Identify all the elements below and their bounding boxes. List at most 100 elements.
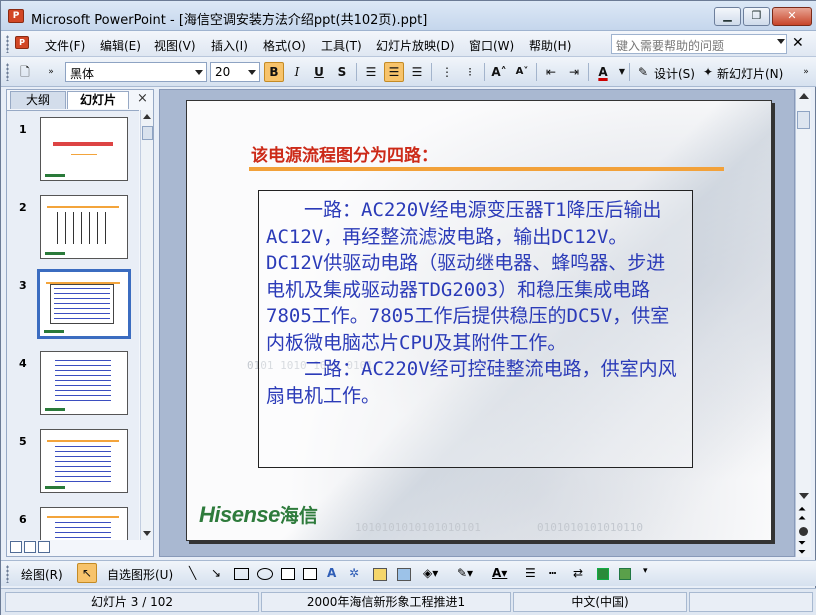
- slideshow-view-icon[interactable]: [38, 541, 50, 553]
- toolbar-options-chevron-icon[interactable]: »: [41, 62, 61, 82]
- 3d-style-icon[interactable]: [619, 568, 631, 580]
- new-slide-icon[interactable]: ✦: [698, 62, 718, 82]
- shadow-style-icon[interactable]: [597, 568, 609, 580]
- help-dropdown-arrow-icon[interactable]: [777, 39, 785, 44]
- menu-view[interactable]: 视图(V): [154, 37, 196, 54]
- scroll-up-arrow-icon[interactable]: [799, 93, 809, 99]
- document-icon[interactable]: P: [15, 36, 29, 49]
- draw-menu-button[interactable]: 绘图(R): [21, 566, 63, 583]
- rectangle-tool-icon[interactable]: [234, 568, 249, 580]
- logo-english-text: Hisense: [199, 502, 280, 527]
- title-bar[interactable]: P Microsoft PowerPoint - [海信空调安装方法介绍ppt(…: [1, 1, 816, 31]
- body-paragraph-1: 一路：AC220V经电源变压器T1降压后输出AC12V，再经整流滤波电路，输出D…: [266, 199, 670, 354]
- align-right-icon[interactable]: ☰: [407, 62, 427, 82]
- drawbar-options-chevron-icon[interactable]: ▾: [643, 566, 648, 576]
- wordart-tool-icon[interactable]: A: [327, 566, 336, 580]
- powerpoint-app-icon[interactable]: P: [8, 9, 24, 23]
- thumbnail-number: 3: [19, 279, 27, 292]
- thumbnail-logo-mark: [45, 486, 65, 489]
- menu-tools[interactable]: 工具(T): [321, 37, 362, 54]
- shadow-button[interactable]: S: [332, 62, 352, 82]
- slide-thumbnail-4[interactable]: [40, 351, 128, 415]
- slide-thumbnail-1[interactable]: [40, 117, 128, 181]
- thumbnail-scrollbar[interactable]: [140, 110, 153, 540]
- help-question-input[interactable]: 键入需要帮助的问题: [611, 34, 787, 54]
- font-name-select[interactable]: 黑体: [65, 62, 207, 82]
- slide-thumbnail-5[interactable]: [40, 429, 128, 493]
- textbox-tool-icon[interactable]: [281, 568, 295, 580]
- oval-tool-icon[interactable]: [257, 568, 273, 580]
- slide-thumbnail-2[interactable]: [40, 195, 128, 259]
- drawbar-grip-handle[interactable]: [6, 565, 9, 583]
- scrollbar-thumb[interactable]: [142, 126, 153, 140]
- align-left-icon[interactable]: ☰: [361, 62, 381, 82]
- select-objects-arrow-icon[interactable]: ↖: [77, 563, 97, 583]
- arrow-style-icon[interactable]: ⇄: [573, 566, 583, 580]
- current-slide[interactable]: 0101 1010 1010 0101 1010101010101010101 …: [186, 100, 772, 541]
- tab-slides[interactable]: 幻灯片: [67, 91, 129, 109]
- insert-picture-icon[interactable]: [397, 568, 411, 581]
- menu-window[interactable]: 窗口(W): [469, 37, 514, 54]
- body-text-box[interactable]: 一路：AC220V经电源变压器T1降压后输出AC12V，再经整流滤波电路，输出D…: [258, 190, 693, 468]
- minimize-button[interactable]: ▁: [714, 7, 741, 26]
- scroll-up-arrow-icon[interactable]: [143, 114, 151, 119]
- slide-thumbnail-6[interactable]: [40, 507, 128, 540]
- diagram-tool-icon[interactable]: ✲: [349, 566, 359, 580]
- bold-button[interactable]: B: [264, 62, 284, 82]
- view-buttons: [10, 541, 60, 555]
- line-style-icon[interactable]: ☰: [525, 566, 536, 580]
- design-button[interactable]: 设计(S): [654, 65, 695, 82]
- menu-format[interactable]: 格式(O): [263, 37, 306, 54]
- document-close-icon[interactable]: ✕: [792, 35, 804, 51]
- next-slide-icon[interactable]: ⏷ ⏷: [798, 539, 806, 558]
- scroll-down-arrow-icon[interactable]: [799, 493, 809, 499]
- slide-scrollbar[interactable]: ⏶ ⏶ ⏷ ⏷: [795, 89, 811, 558]
- select-browse-object-icon[interactable]: [799, 527, 808, 536]
- slide-title[interactable]: 该电源流程图分为四路：: [251, 141, 438, 166]
- toolbar-grip-handle[interactable]: [6, 63, 9, 81]
- italic-button[interactable]: I: [287, 62, 307, 82]
- drawing-font-color-icon[interactable]: A▾: [492, 566, 507, 580]
- vertical-textbox-tool-icon[interactable]: [303, 568, 317, 580]
- arrow-tool-icon[interactable]: ↘: [211, 566, 221, 580]
- new-document-icon[interactable]: 🗋: [15, 62, 35, 82]
- toolbar-separator: [588, 63, 589, 81]
- maximize-button[interactable]: ❐: [743, 7, 770, 26]
- close-window-button[interactable]: ✕: [772, 7, 812, 26]
- line-color-icon[interactable]: ✎▾: [457, 566, 473, 580]
- slide-sorter-view-icon[interactable]: [24, 541, 36, 553]
- underline-button[interactable]: U: [309, 62, 329, 82]
- tab-outline[interactable]: 大纲: [10, 91, 66, 109]
- thumbnail-text-mark: [55, 360, 111, 404]
- fill-color-icon[interactable]: ◈▾: [423, 566, 438, 580]
- decrease-indent-icon[interactable]: ⇤: [541, 62, 561, 82]
- font-color-icon[interactable]: A: [593, 62, 613, 82]
- design-icon[interactable]: ✎: [633, 62, 653, 82]
- previous-slide-icon[interactable]: ⏶ ⏶: [798, 505, 806, 524]
- increase-font-size-icon[interactable]: A˄: [489, 62, 509, 82]
- toolbar-separator: [536, 63, 537, 81]
- menu-slideshow[interactable]: 幻灯片放映(D): [376, 37, 455, 54]
- menu-insert[interactable]: 插入(I): [211, 37, 248, 54]
- font-size-select[interactable]: 20: [210, 62, 260, 82]
- pane-close-icon[interactable]: ×: [137, 91, 148, 106]
- scroll-down-arrow-icon[interactable]: [143, 531, 151, 536]
- scrollbar-thumb[interactable]: [797, 111, 810, 129]
- autoshapes-menu-button[interactable]: 自选图形(U): [107, 566, 173, 583]
- normal-view-icon[interactable]: [10, 541, 22, 553]
- clipart-tool-icon[interactable]: [373, 568, 387, 581]
- new-slide-button[interactable]: 新幻灯片(N): [717, 65, 783, 82]
- numbered-list-icon[interactable]: ⋮: [437, 62, 457, 82]
- slide-thumbnail-3[interactable]: [37, 269, 131, 339]
- align-center-icon[interactable]: ☰: [384, 62, 404, 82]
- bulleted-list-icon[interactable]: ⁝: [460, 62, 480, 82]
- menu-help[interactable]: 帮助(H): [529, 37, 571, 54]
- line-tool-icon[interactable]: ╲: [189, 566, 196, 580]
- menu-file[interactable]: 文件(F): [45, 37, 85, 54]
- decrease-font-size-icon[interactable]: A˅: [512, 62, 532, 82]
- menu-edit[interactable]: 编辑(E): [100, 37, 141, 54]
- menu-grip-handle[interactable]: [6, 35, 9, 53]
- dash-style-icon[interactable]: ┅: [549, 566, 556, 580]
- increase-indent-icon[interactable]: ⇥: [564, 62, 584, 82]
- toolbar-options-chevron-icon[interactable]: »: [796, 62, 816, 82]
